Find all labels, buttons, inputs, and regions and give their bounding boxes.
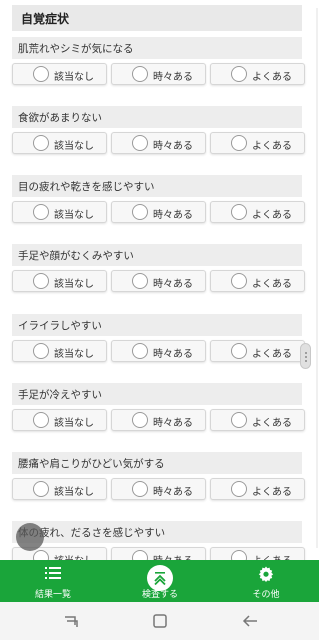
nav-results-label: 結果一覧	[34, 590, 71, 600]
radio-icon[interactable]	[132, 273, 148, 289]
radio-icon[interactable]	[33, 273, 49, 289]
system-nav-bar	[0, 602, 319, 640]
radio-icon[interactable]	[231, 273, 247, 289]
option-none[interactable]: 該当なし	[12, 63, 107, 85]
radio-icon[interactable]	[132, 481, 148, 497]
radio-icon[interactable]	[231, 66, 247, 82]
question-label: 腰痛や肩こりがひどい気がする	[12, 452, 302, 474]
radio-icon[interactable]	[33, 135, 49, 151]
question-label: イライラしやすい	[12, 314, 302, 336]
option-often[interactable]: よくある	[210, 63, 305, 85]
option-row: 該当なし 時々ある よくある	[12, 340, 305, 362]
option-row: 該当なし 時々ある よくある	[12, 270, 305, 292]
option-sometimes[interactable]: 時々ある	[111, 478, 206, 500]
option-sometimes[interactable]: 時々ある	[111, 547, 206, 560]
option-row: 該当なし 時々ある よくある	[12, 201, 305, 223]
option-sometimes[interactable]: 時々ある	[111, 132, 206, 154]
question-label: 目の疲れや乾きを感じやすい	[12, 175, 302, 197]
question-label: 手足が冷えやすい	[12, 383, 302, 405]
symptom-form: 自覚症状 肌荒れやシミが気になる 該当なし 時々ある よくある 食欲があまりない…	[0, 0, 319, 560]
option-none[interactable]: 該当なし	[12, 340, 107, 362]
gear-icon	[258, 566, 274, 582]
radio-icon[interactable]	[33, 343, 49, 359]
option-often[interactable]: よくある	[210, 478, 305, 500]
option-often[interactable]: よくある	[210, 201, 305, 223]
section-header: 自覚症状	[12, 5, 302, 31]
scroll-handle[interactable]	[300, 343, 311, 369]
section-title: 自覚症状	[21, 12, 70, 26]
radio-icon[interactable]	[33, 550, 49, 560]
option-sometimes[interactable]: 時々ある	[111, 409, 206, 431]
nav-results[interactable]: 結果一覧	[13, 560, 93, 602]
option-row: 該当なし 時々ある よくある	[12, 63, 305, 85]
question-label: 肌荒れやシミが気になる	[12, 37, 302, 59]
radio-icon[interactable]	[231, 204, 247, 220]
option-sometimes[interactable]: 時々ある	[111, 201, 206, 223]
home-icon[interactable]	[152, 613, 168, 629]
option-often[interactable]: よくある	[210, 270, 305, 292]
back-icon[interactable]	[241, 613, 259, 629]
option-row: 該当なし 時々ある よくある	[12, 478, 305, 500]
radio-icon[interactable]	[33, 481, 49, 497]
radio-icon[interactable]	[33, 66, 49, 82]
option-often[interactable]: よくある	[210, 547, 305, 560]
option-sometimes[interactable]: 時々ある	[111, 63, 206, 85]
radio-icon[interactable]	[33, 412, 49, 428]
option-sometimes[interactable]: 時々ある	[111, 270, 206, 292]
nav-other-label: その他	[252, 590, 280, 600]
radio-icon[interactable]	[132, 135, 148, 151]
scan-glyph-icon	[154, 572, 166, 586]
option-none[interactable]: 該当なし	[12, 201, 107, 223]
radio-icon[interactable]	[231, 135, 247, 151]
option-none[interactable]: 該当なし	[12, 132, 107, 154]
recent-apps-icon[interactable]	[63, 613, 79, 629]
radio-icon[interactable]	[33, 204, 49, 220]
radio-icon[interactable]	[132, 550, 148, 560]
nav-other[interactable]: その他	[226, 560, 306, 602]
radio-icon[interactable]	[231, 412, 247, 428]
list-icon	[45, 567, 61, 579]
question-label: 食欲があまりない	[12, 106, 302, 128]
radio-icon[interactable]	[132, 204, 148, 220]
radio-icon[interactable]	[132, 343, 148, 359]
option-often[interactable]: よくある	[210, 132, 305, 154]
radio-icon[interactable]	[231, 481, 247, 497]
option-row: 該当なし 時々ある よくある	[12, 547, 305, 560]
option-row: 該当なし 時々ある よくある	[12, 409, 305, 431]
option-sometimes[interactable]: 時々ある	[111, 340, 206, 362]
radio-icon[interactable]	[132, 412, 148, 428]
scroll-track	[316, 8, 318, 548]
option-none[interactable]: 該当なし	[12, 478, 107, 500]
option-often[interactable]: よくある	[210, 340, 305, 362]
floating-action-icon[interactable]	[16, 523, 44, 551]
radio-icon[interactable]	[132, 66, 148, 82]
question-label: 体の疲れ、だるさを感じやすい	[12, 521, 302, 543]
option-none[interactable]: 該当なし	[12, 270, 107, 292]
option-none[interactable]: 該当なし	[12, 409, 107, 431]
question-label: 手足や顔がむくみやすい	[12, 244, 302, 266]
option-row: 該当なし 時々ある よくある	[12, 132, 305, 154]
option-often[interactable]: よくある	[210, 409, 305, 431]
scan-icon[interactable]	[147, 565, 173, 591]
radio-icon[interactable]	[231, 343, 247, 359]
radio-icon[interactable]	[231, 550, 247, 560]
